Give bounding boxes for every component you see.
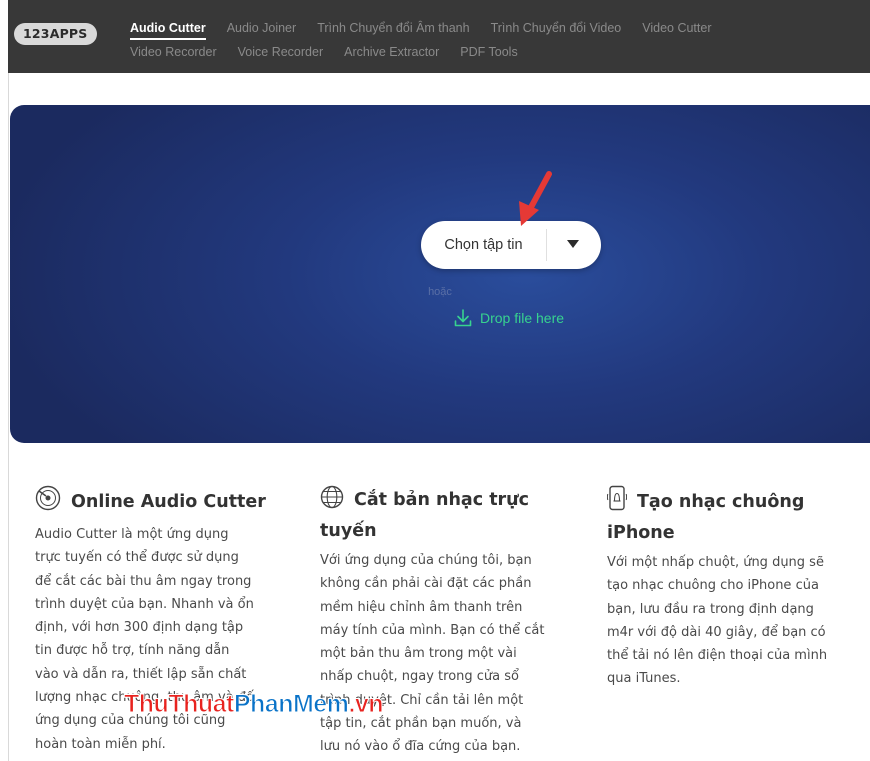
feature-description: Với ứng dụng của chúng tôi, bạn không cầ… [320, 553, 545, 755]
upload-source-dropdown[interactable] [547, 221, 601, 269]
vinyl-disc-icon [35, 485, 61, 520]
nav-link-audio-converter[interactable]: Trình Chuyển đổi Âm thanh [317, 20, 469, 40]
upload-hero: Chọn tập tin hoặc Drop file here [10, 105, 870, 443]
feature-description: Audio Cutter là một ứng dụng trực tuyến … [35, 527, 254, 752]
top-nav: 123APPS Audio Cutter Audio Joiner Trình … [8, 0, 870, 73]
phone-bell-icon [606, 485, 628, 520]
nav-link-archive-extractor[interactable]: Archive Extractor [344, 44, 439, 60]
nav-link-video-cutter[interactable]: Video Cutter [642, 20, 711, 40]
page-left-border [8, 0, 9, 761]
annotation-arrow-icon [519, 171, 552, 226]
nav-link-pdf-tools[interactable]: PDF Tools [460, 44, 517, 60]
nav-row-2: Video Recorder Voice Recorder Archive Ex… [130, 44, 539, 60]
nav-link-video-converter[interactable]: Trình Chuyển đổi Video [491, 20, 622, 40]
feature-title: Online Audio Cutter [71, 492, 266, 512]
nav-link-voice-recorder[interactable]: Voice Recorder [238, 44, 323, 60]
nav-link-audio-joiner[interactable]: Audio Joiner [227, 20, 297, 40]
feature-title: Tạo nhạc chuông iPhone [607, 492, 805, 543]
download-arrow-icon [454, 309, 472, 327]
drop-file-label: Drop file here [480, 310, 565, 326]
nav-link-video-recorder[interactable]: Video Recorder [130, 44, 217, 60]
feature-iphone-ringtone: Tạo nhạc chuông iPhone Với một nhấp chuộ… [606, 485, 852, 691]
caret-down-icon [567, 240, 579, 248]
nav-row-1: Audio Cutter Audio Joiner Trình Chuyển đ… [130, 20, 733, 40]
upload-button-group: Chọn tập tin [421, 221, 601, 269]
watermark-logo: ThuThuatPhanMem.vn [124, 690, 385, 719]
drop-file-zone[interactable]: Drop file here [453, 308, 564, 328]
nav-link-audio-cutter[interactable]: Audio Cutter [130, 20, 206, 40]
site-logo[interactable]: 123APPS [14, 23, 97, 45]
or-separator: hoặc [428, 286, 452, 298]
feature-description: Với một nhấp chuột, ứng dụng sẽ tạo nhạc… [607, 555, 828, 687]
feature-title: Cắt bản nhạc trực tuyến [320, 490, 530, 541]
globe-icon [320, 485, 344, 518]
